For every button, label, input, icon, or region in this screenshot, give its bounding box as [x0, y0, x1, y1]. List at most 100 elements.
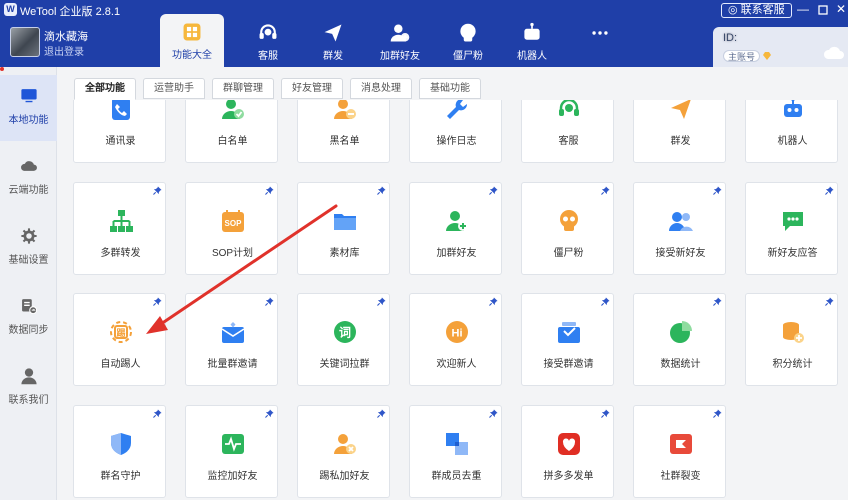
sidebar-item-monitor[interactable]: 本地功能: [0, 75, 57, 141]
feature-card-forward[interactable]: 多群转发: [73, 182, 166, 275]
feature-card-monitor-wave[interactable]: 监控加好友: [185, 405, 278, 498]
monitor-icon: [20, 87, 38, 105]
tab-3[interactable]: 好友管理: [281, 78, 343, 99]
person-icon: [20, 367, 38, 385]
feature-card-keyword[interactable]: 词关键词拉群: [297, 293, 390, 386]
feature-card-accept-invite[interactable]: 接受群邀请: [521, 293, 614, 386]
svg-text:Hi: Hi: [452, 328, 463, 340]
feature-card-sop[interactable]: SOP SOP计划: [185, 182, 278, 275]
cloud-icon[interactable]: [823, 44, 845, 62]
pin-icon[interactable]: [489, 184, 498, 195]
feature-card-add-friend[interactable]: 加群好友: [409, 182, 502, 275]
tab-2[interactable]: 群聊管理: [212, 78, 274, 99]
feature-label: 客服: [558, 136, 579, 147]
svg-text:词: 词: [339, 326, 351, 340]
feature-card-fission[interactable]: 社群裂变: [633, 405, 726, 498]
tab-0[interactable]: 全部功能: [74, 78, 136, 100]
nav-item-send[interactable]: 群发: [303, 18, 363, 63]
pin-icon[interactable]: [825, 295, 834, 306]
monitor-wave-icon: [220, 431, 246, 457]
feature-card-pie-chart[interactable]: 数据统计: [633, 293, 726, 386]
sidebar-item-label: 数据同步: [8, 325, 49, 336]
sidebar-item-gear[interactable]: 基础设置: [0, 215, 57, 281]
feature-card-robot[interactable]: 机器人: [745, 100, 838, 163]
feature-card-folder[interactable]: 素材库: [297, 182, 390, 275]
feature-card-accept-friend[interactable]: 接受新好友: [633, 182, 726, 275]
feature-card-welcome[interactable]: Hi 欢迎新人: [409, 293, 502, 386]
tab-5[interactable]: 基础功能: [419, 78, 481, 99]
pin-icon[interactable]: [713, 295, 722, 306]
logout-link[interactable]: 退出登录: [44, 43, 84, 58]
sidebar-item-cloud[interactable]: 云端功能: [0, 145, 57, 211]
maximize-button[interactable]: [816, 2, 830, 17]
main-account-badge: 主账号: [723, 50, 761, 62]
pin-icon[interactable]: [265, 407, 274, 418]
pin-icon[interactable]: [153, 295, 162, 306]
sop-icon: SOP: [220, 208, 246, 234]
dedupe-icon: [444, 431, 470, 457]
feature-label: 欢迎新人: [436, 359, 477, 370]
sidebar-item-person[interactable]: 联系我们: [0, 355, 57, 421]
feature-card-wrench[interactable]: 操作日志: [409, 100, 502, 163]
nav-item-add-friend[interactable]: 加群好友: [370, 18, 430, 63]
nav-item-skull[interactable]: 僵尸粉: [438, 18, 498, 63]
app-logo-icon: W: [4, 3, 17, 16]
header-bar: W WeTool 企业版 2.8.1 ◎ 联系客服 — ✕ 滴水藏海 退出登录 …: [0, 0, 848, 67]
pin-icon[interactable]: [713, 184, 722, 195]
feature-card-reply[interactable]: 新好友应答: [745, 182, 838, 275]
pin-icon[interactable]: [713, 407, 722, 418]
support-icon: ◎: [728, 4, 738, 16]
pin-icon[interactable]: [489, 407, 498, 418]
pin-icon[interactable]: [377, 407, 386, 418]
feature-card-blacklist[interactable]: 黑名单: [297, 100, 390, 163]
feature-label: 接受新好友: [655, 248, 706, 259]
pin-icon[interactable]: [153, 184, 162, 195]
contact-support-button[interactable]: ◎ 联系客服: [721, 3, 792, 18]
feature-card-send[interactable]: 群发: [633, 100, 726, 163]
pin-icon[interactable]: [265, 184, 274, 195]
pin-icon[interactable]: [825, 184, 834, 195]
pin-icon[interactable]: [601, 184, 610, 195]
feature-label: 素材库: [329, 248, 360, 259]
feature-label: 群发: [670, 136, 691, 147]
nav-item-robot[interactable]: 机器人: [502, 18, 562, 63]
nav-item-grid[interactable]: 功能大全: [160, 14, 224, 67]
pin-icon[interactable]: [601, 407, 610, 418]
feature-card-points[interactable]: 积分统计: [745, 293, 838, 386]
headset-icon: [556, 100, 582, 122]
feature-card-dedupe[interactable]: 群成员去重: [409, 405, 502, 498]
close-button[interactable]: ✕: [834, 2, 848, 17]
feature-card-contacts[interactable]: 通讯录: [73, 100, 166, 163]
pie-chart-icon: [668, 319, 694, 345]
tab-4[interactable]: 消息处理: [350, 78, 412, 99]
gear-icon: [20, 227, 38, 245]
feature-card-kick-friend[interactable]: 踢私加好友: [297, 405, 390, 498]
feature-label: 拼多多发单: [543, 471, 594, 482]
pin-icon[interactable]: [153, 407, 162, 418]
tab-1[interactable]: 运营助手: [143, 78, 205, 99]
nav-item-label: 机器人: [517, 51, 547, 62]
sidebar-item-label: 云端功能: [8, 185, 49, 196]
feature-card-skull[interactable]: 僵尸粉: [521, 182, 614, 275]
nav-item-headset[interactable]: 客服: [238, 18, 298, 63]
sidebar-item-sync[interactable]: 数据同步: [0, 285, 57, 351]
feature-card-kick[interactable]: 踢自动踢人: [73, 293, 166, 386]
avatar[interactable]: [10, 27, 40, 57]
feature-card-invite[interactable]: 批量群邀请: [185, 293, 278, 386]
nav-item-label: 群发: [323, 51, 343, 62]
pin-icon[interactable]: [489, 295, 498, 306]
feature-card-shield[interactable]: 群名守护: [73, 405, 166, 498]
nav-item-more[interactable]: [570, 18, 630, 63]
pin-icon[interactable]: [601, 295, 610, 306]
pin-icon[interactable]: [377, 184, 386, 195]
feature-label: 通讯录: [105, 136, 136, 147]
pin-icon[interactable]: [377, 295, 386, 306]
svg-text:踢: 踢: [116, 328, 125, 339]
feature-label: 群名守护: [100, 471, 141, 482]
feature-card-whitelist[interactable]: 白名单: [185, 100, 278, 163]
feature-label: 积分统计: [772, 359, 813, 370]
feature-card-pdd[interactable]: 拼多多发单: [521, 405, 614, 498]
minimize-button[interactable]: —: [796, 2, 810, 17]
pin-icon[interactable]: [265, 295, 274, 306]
feature-card-headset[interactable]: 客服: [521, 100, 614, 163]
